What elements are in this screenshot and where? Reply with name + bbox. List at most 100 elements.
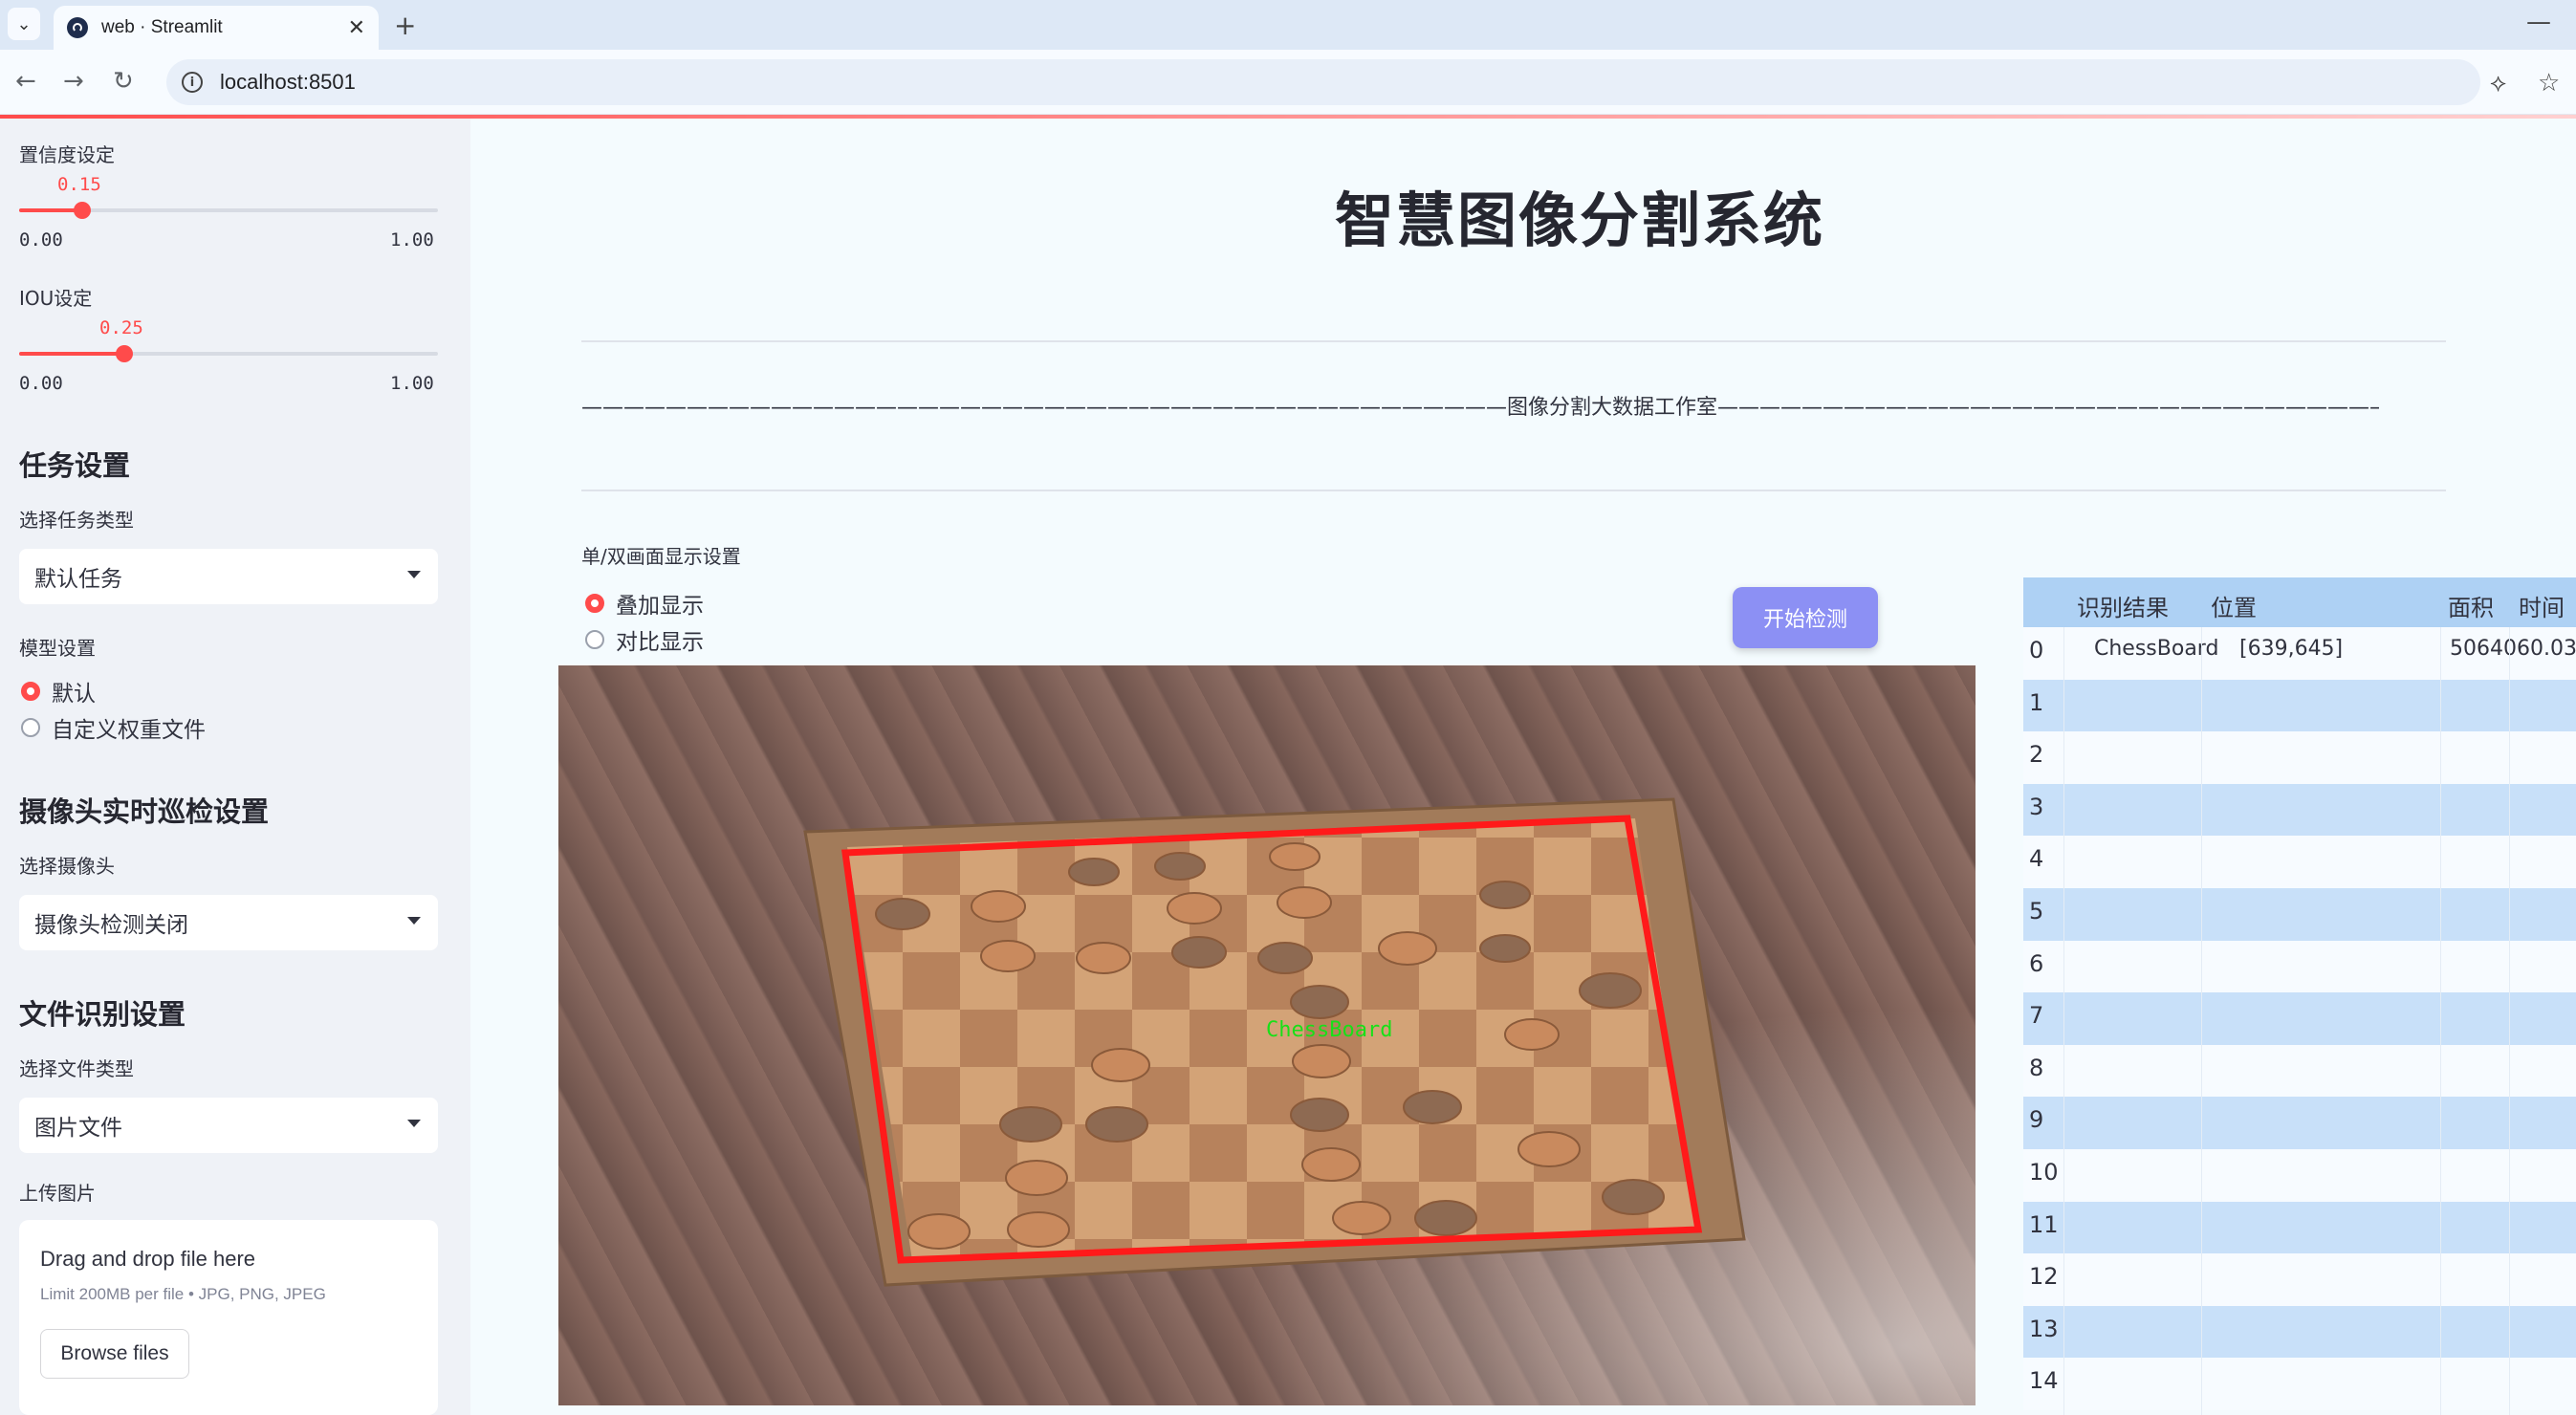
start-detection-button[interactable]: 开始检测: [1733, 587, 1878, 648]
url-text[interactable]: localhost:8501: [220, 70, 356, 95]
table-row[interactable]: 5: [2023, 888, 2576, 941]
display-radio-compare[interactable]: 对比显示: [585, 623, 704, 656]
conf-slider[interactable]: [19, 202, 438, 219]
col-header-area[interactable]: 面积: [2448, 589, 2494, 622]
column-divider: [2063, 627, 2064, 1415]
row-index: 13: [2029, 1315, 2059, 1342]
column-divider: [2440, 627, 2441, 1415]
file-dropzone[interactable]: Drag and drop file here Limit 200MB per …: [19, 1220, 438, 1415]
dropzone-title: Drag and drop file here: [40, 1247, 256, 1271]
row-index: 0: [2029, 637, 2044, 664]
row-index: 12: [2029, 1263, 2059, 1291]
table-header: 识别结果 位置 面积 时间: [2023, 577, 2576, 627]
cell-result: ChessBoard: [2094, 637, 2219, 661]
model-option-label: 默认: [52, 682, 96, 707]
table-row[interactable]: 3: [2023, 783, 2576, 837]
iou-slider-fill: [19, 352, 124, 356]
cell-area: 5064060.03: [2450, 637, 2576, 661]
tab-title: web · Streamlit: [101, 17, 223, 37]
table-row[interactable]: 9: [2023, 1097, 2576, 1149]
browser-tab-bar: ⌄ web · Streamlit ✕ + —: [0, 0, 2576, 50]
table-row[interactable]: 2: [2023, 731, 2576, 784]
col-header-time[interactable]: 时间: [2519, 589, 2565, 622]
chessboard-photo: ChessBoard: [803, 797, 1746, 1287]
column-divider: [2201, 627, 2202, 1415]
table-row[interactable]: 8: [2023, 1044, 2576, 1098]
tab-close-icon[interactable]: ✕: [348, 16, 365, 40]
browser-tab[interactable]: web · Streamlit ✕: [54, 6, 379, 50]
chevron-down-icon: [407, 571, 421, 578]
row-index: 9: [2029, 1106, 2044, 1134]
file-type-label: 选择文件类型: [19, 1057, 134, 1080]
col-header-result[interactable]: 识别结果: [2077, 589, 2169, 622]
row-index: 11: [2029, 1210, 2059, 1238]
table-row[interactable]: 14: [2023, 1358, 2576, 1410]
bookmark-star-icon[interactable]: ☆: [2538, 69, 2560, 98]
iou-slider-max: 1.00: [390, 373, 434, 394]
row-index: 4: [2029, 845, 2044, 873]
conf-slider-fill: [19, 208, 82, 212]
model-radio-default[interactable]: 默认: [21, 675, 96, 708]
radio-selected-icon[interactable]: [585, 594, 604, 613]
browse-files-button[interactable]: Browse files: [40, 1329, 189, 1379]
back-arrow-icon[interactable]: ←: [15, 67, 36, 96]
chevron-down-icon: [407, 1120, 421, 1127]
column-divider: [2509, 627, 2510, 1415]
camera-value: 摄像头检测关闭: [34, 913, 188, 938]
iou-slider[interactable]: [19, 345, 438, 362]
page-title: 智慧图像分割系统: [1334, 185, 1824, 255]
dropzone-limit: Limit 200MB per file • JPG, PNG, JPEG: [40, 1285, 326, 1303]
results-table[interactable]: 识别结果 位置 面积 时间 0 ChessBoard [639,645] 506406…: [2023, 577, 2576, 1415]
iou-slider-thumb[interactable]: [115, 345, 133, 362]
upload-label: 上传图片: [19, 1182, 96, 1205]
streamlit-favicon-icon: [67, 17, 88, 38]
table-row[interactable]: 1: [2023, 679, 2576, 732]
table-row[interactable]: 4: [2023, 836, 2576, 888]
radio-selected-icon[interactable]: [21, 682, 40, 701]
table-row[interactable]: 0 ChessBoard [639,645] 5064060.03: [2023, 627, 2576, 680]
task-type-select[interactable]: 默认任务: [19, 549, 438, 604]
table-row[interactable]: 13: [2023, 1305, 2576, 1359]
forward-arrow-icon[interactable]: →: [63, 67, 84, 96]
row-index: 8: [2029, 1054, 2044, 1081]
cell-position: [639,645]: [2239, 637, 2344, 661]
window-minimize-icon[interactable]: —: [2526, 8, 2551, 36]
table-row[interactable]: 11: [2023, 1201, 2576, 1254]
display-option-label: 叠加显示: [616, 594, 704, 619]
col-header-position[interactable]: 位置: [2211, 589, 2257, 622]
conf-slider-value: 0.15: [57, 174, 101, 195]
file-type-value: 图片文件: [34, 1116, 122, 1141]
task-type-label: 选择任务类型: [19, 509, 134, 532]
new-tab-icon[interactable]: +: [394, 10, 416, 41]
row-index: 6: [2029, 949, 2044, 977]
model-radio-custom[interactable]: 自定义权重文件: [21, 711, 206, 744]
iou-slider-min: 0.00: [19, 373, 63, 394]
translate-icon[interactable]: ⟡: [2490, 69, 2506, 98]
conf-slider-thumb[interactable]: [73, 202, 91, 219]
iou-slider-label: IOU设定: [19, 287, 93, 310]
table-row[interactable]: 12: [2023, 1253, 2576, 1306]
reload-icon[interactable]: ↻: [113, 67, 134, 96]
display-radio-overlay[interactable]: 叠加显示: [585, 587, 704, 620]
address-bar: ← → ↻ i localhost:8501 ⟡ ☆: [0, 50, 2576, 115]
conf-slider-max: 1.00: [390, 229, 434, 250]
file-type-select[interactable]: 图片文件: [19, 1098, 438, 1153]
row-index: 1: [2029, 688, 2044, 716]
conf-slider-min: 0.00: [19, 229, 63, 250]
iou-slider-value: 0.25: [99, 317, 143, 338]
site-info-icon[interactable]: i: [182, 72, 203, 93]
camera-select[interactable]: 摄像头检测关闭: [19, 895, 438, 950]
table-row[interactable]: 10: [2023, 1149, 2576, 1202]
row-index: 5: [2029, 898, 2044, 925]
conf-slider-label: 置信度设定: [19, 143, 115, 166]
camera-label: 选择摄像头: [19, 855, 115, 878]
table-row[interactable]: 7: [2023, 992, 2576, 1045]
radio-unselected-icon[interactable]: [21, 718, 40, 737]
task-type-value: 默认任务: [34, 567, 122, 592]
tab-search-dropdown-icon[interactable]: ⌄: [8, 8, 40, 40]
row-index: 14: [2029, 1367, 2059, 1395]
table-row[interactable]: 6: [2023, 940, 2576, 993]
divider-bottom: [581, 490, 2446, 491]
radio-unselected-icon[interactable]: [585, 630, 604, 649]
omnibox[interactable]: i localhost:8501: [166, 59, 2480, 105]
